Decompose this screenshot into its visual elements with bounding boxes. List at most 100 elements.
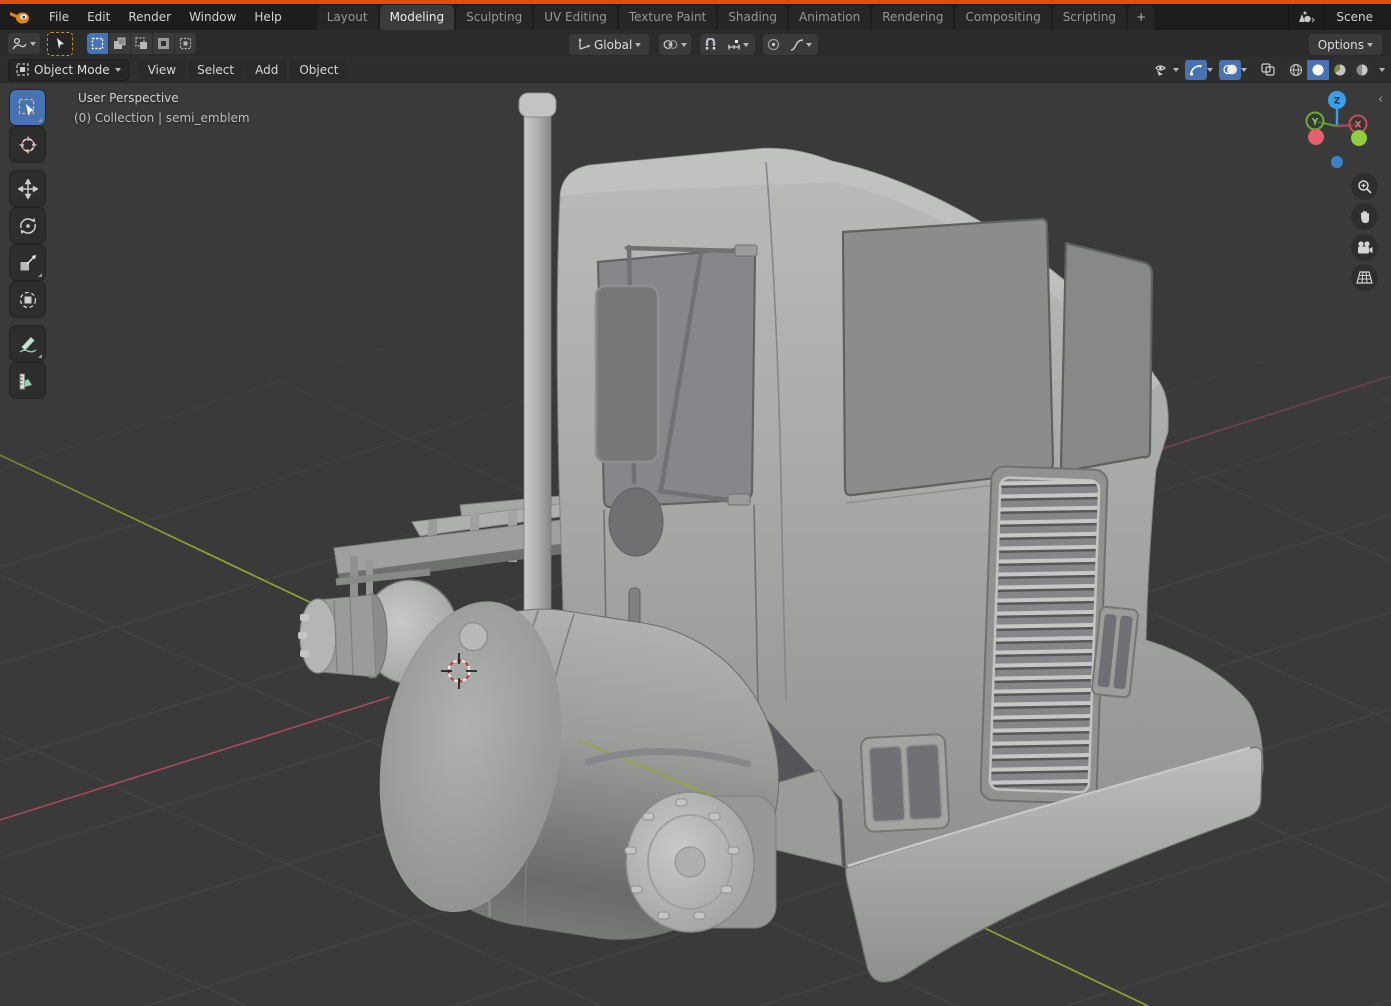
workspace-tab-texture-paint[interactable]: Texture Paint — [619, 5, 716, 30]
shading-material-preview[interactable] — [1329, 60, 1351, 80]
tool-rotate[interactable] — [10, 208, 45, 243]
navigation-gizmo[interactable]: Z Y X — [1296, 86, 1382, 172]
gizmo-neg-z-axis[interactable] — [1331, 156, 1343, 168]
tool-transform[interactable] — [10, 282, 45, 317]
workspace-tab-rendering[interactable]: Rendering — [872, 5, 953, 30]
chevron-down-icon[interactable] — [1241, 68, 1247, 72]
xray-icon — [1261, 63, 1275, 76]
tool-annotate[interactable] — [10, 326, 45, 361]
pivot-point-dropdown[interactable] — [658, 33, 692, 56]
transform-orientation-dropdown[interactable]: Global — [568, 33, 650, 56]
mode-label: Object Mode — [34, 63, 110, 77]
workspace-tab-layout[interactable]: Layout — [317, 5, 378, 30]
select-mode-group — [87, 33, 196, 54]
menu-add[interactable]: Add — [246, 60, 287, 80]
tool-measure[interactable] — [10, 363, 45, 398]
overlays-toggle[interactable] — [1219, 60, 1241, 80]
menu-select[interactable]: Select — [188, 60, 243, 80]
chevron-down-icon — [806, 43, 812, 47]
chevron-down-icon[interactable] — [1207, 68, 1213, 72]
pivot-point-icon — [663, 38, 678, 51]
select-mode-extend[interactable] — [109, 33, 130, 54]
shading-mode-group — [1285, 60, 1373, 80]
blender-logo[interactable] — [10, 10, 30, 25]
editor-type-dropdown[interactable] — [7, 32, 41, 55]
rendered-icon — [1355, 63, 1369, 77]
select-mode-invert[interactable] — [153, 33, 174, 54]
workspace-tab-modeling[interactable]: Modeling — [380, 5, 455, 30]
options-dropdown[interactable]: Options — [1308, 33, 1383, 56]
viewport-canvas[interactable] — [0, 0, 1391, 1006]
camera-view-button[interactable] — [1351, 234, 1378, 261]
workspace-tab-shading[interactable]: Shading — [718, 5, 787, 30]
object-visibility-toggle[interactable] — [1151, 60, 1173, 80]
gizmo-neg-y-axis[interactable] — [1351, 130, 1367, 146]
grille — [980, 466, 1108, 804]
tool-scale[interactable] — [10, 245, 45, 280]
workspace-tab-animation[interactable]: Animation — [789, 5, 870, 30]
proportional-falloff-dropdown[interactable] — [784, 34, 818, 55]
xray-toggle[interactable] — [1257, 60, 1279, 80]
menu-render[interactable]: Render — [119, 6, 180, 28]
hand-icon — [1357, 209, 1373, 225]
workspace-tab-uv-editing[interactable]: UV Editing — [534, 5, 617, 30]
chevron-down-icon[interactable] — [1173, 68, 1179, 72]
tool-submenu-indicator — [38, 273, 42, 277]
gizmo-x-label: X — [1355, 121, 1362, 131]
select-mode-set[interactable] — [87, 33, 108, 54]
tool-cursor[interactable] — [10, 127, 45, 162]
chevron-down-icon[interactable] — [1379, 68, 1385, 72]
workspace-tab-compositing[interactable]: Compositing — [955, 5, 1050, 30]
scene-name[interactable]: Scene — [1324, 10, 1391, 24]
proportional-edit-toggle[interactable] — [763, 34, 784, 55]
menu-edit[interactable]: Edit — [78, 6, 119, 28]
scene-selector: Scene — [1288, 4, 1391, 30]
select-mode-subtract[interactable] — [131, 33, 152, 54]
shading-wireframe[interactable] — [1285, 60, 1307, 80]
tool-submenu-indicator — [38, 118, 42, 122]
tool-move[interactable] — [10, 171, 45, 206]
view-name-overlay: User Perspective — [78, 91, 179, 105]
active-tool-indicator[interactable] — [47, 32, 73, 56]
viewport-toggles — [1151, 60, 1391, 80]
snap-toggle-button[interactable] — [700, 34, 721, 55]
gizmos-toggle[interactable] — [1185, 60, 1207, 80]
chevron-down-icon — [1367, 43, 1373, 47]
menu-window[interactable]: Window — [180, 6, 245, 28]
zoom-button[interactable] — [1351, 173, 1378, 200]
tool-submenu-indicator — [38, 354, 42, 358]
camera-icon — [1356, 240, 1373, 255]
overlays-icon — [1223, 63, 1238, 76]
add-workspace-button[interactable]: + — [1128, 5, 1154, 30]
scene-icon[interactable] — [1289, 10, 1323, 24]
snap-target-icon — [727, 39, 741, 51]
viewport-toolbar — [10, 90, 45, 398]
menu-object[interactable]: Object — [290, 60, 347, 80]
menu-view[interactable]: View — [139, 60, 185, 80]
chevron-down-icon — [635, 43, 641, 47]
orientation-label: Global — [594, 38, 632, 52]
proportional-edit-group — [763, 34, 818, 55]
tool-select-box[interactable] — [10, 90, 45, 125]
orthographic-toggle-button[interactable] — [1351, 264, 1378, 291]
headlight-left — [861, 734, 950, 832]
proportional-edit-icon — [767, 38, 780, 51]
object-mode-icon — [16, 63, 29, 76]
editor-3d-viewport-icon — [12, 37, 27, 50]
pan-button[interactable] — [1351, 203, 1378, 230]
shading-rendered[interactable] — [1351, 60, 1373, 80]
shading-solid[interactable] — [1307, 60, 1329, 80]
exhaust-stack — [519, 93, 556, 666]
menu-help[interactable]: Help — [245, 6, 290, 28]
tool-settings-bar: Global — [0, 30, 1391, 58]
workspace-tab-scripting[interactable]: Scripting — [1053, 5, 1126, 30]
snap-settings-dropdown[interactable] — [721, 34, 755, 55]
wireframe-icon — [1289, 63, 1303, 77]
workspace-tab-sculpting[interactable]: Sculpting — [456, 5, 532, 30]
blender-window: File Edit Render Window Help Layout Mode… — [0, 0, 1391, 1006]
sidebar-collapse-arrow[interactable]: ‹ — [1378, 92, 1383, 107]
menu-file[interactable]: File — [40, 6, 78, 28]
select-mode-intersect[interactable] — [175, 33, 196, 54]
mode-selector[interactable]: Object Mode — [8, 59, 129, 81]
gizmo-neg-x-axis[interactable] — [1308, 129, 1324, 145]
